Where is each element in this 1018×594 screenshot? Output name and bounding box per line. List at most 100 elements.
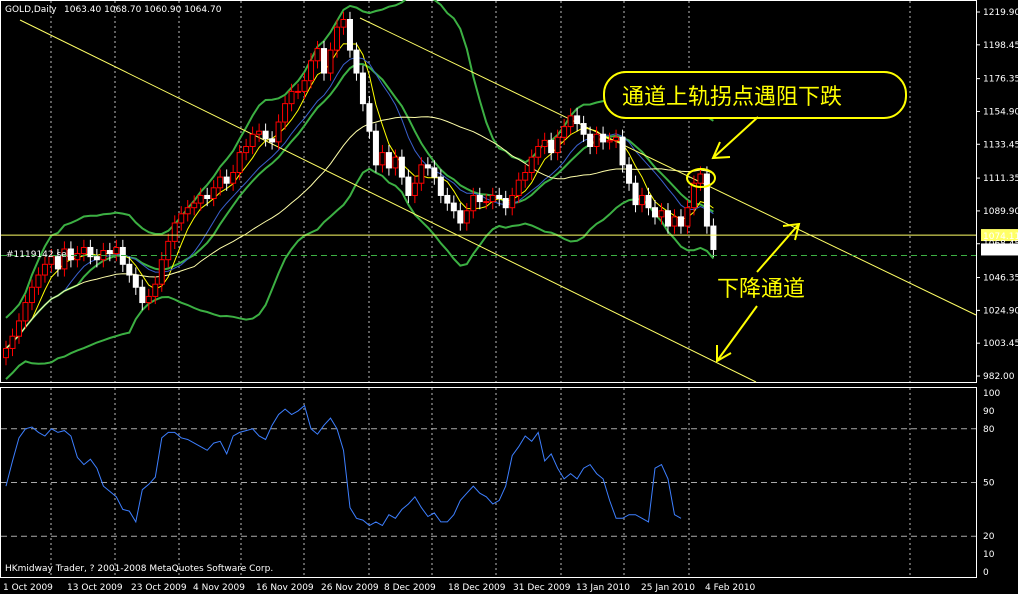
candle-body xyxy=(113,246,120,255)
date-tick-label: 25 Jan 2010 xyxy=(641,583,695,593)
copyright-label: HKmidway Trader, ? 2001-2008 MetaQuotes … xyxy=(5,564,273,574)
oscillator-tick-label: 10 xyxy=(983,550,995,560)
oscillator-tick-label: 100 xyxy=(983,389,1000,399)
date-tick-label: 1 Oct 2009 xyxy=(3,583,53,593)
price-tick-label: 1219.90 xyxy=(983,8,1018,18)
candle-body xyxy=(106,250,113,255)
candle-body xyxy=(697,173,704,184)
candle-body xyxy=(139,286,146,304)
price-tick-label: 1003.45 xyxy=(983,339,1018,349)
candle-body xyxy=(626,164,633,184)
candle-body xyxy=(269,138,276,143)
date-tick-label: 23 Oct 2009 xyxy=(131,583,187,593)
candle-body xyxy=(295,90,302,93)
symbol-label: GOLD,Daily xyxy=(5,5,57,15)
price-tick-label: 1133.45 xyxy=(983,140,1018,150)
candle-body xyxy=(359,72,366,105)
candle-body xyxy=(587,133,594,147)
candle-body xyxy=(522,172,529,181)
candle-body xyxy=(178,213,185,224)
channel-text: 下降通道 xyxy=(717,277,805,302)
channel-annotation: 下降通道 xyxy=(716,222,805,363)
candle-body xyxy=(35,274,42,288)
candle-body xyxy=(145,295,152,304)
candle-body xyxy=(554,136,561,154)
candle-body xyxy=(671,216,678,227)
candle-body xyxy=(632,182,639,206)
candle-body xyxy=(606,139,613,143)
date-tick-label: 16 Nov 2009 xyxy=(256,583,314,593)
candle-body xyxy=(282,103,289,123)
candle-body xyxy=(340,18,347,28)
candle-body xyxy=(645,194,652,209)
candle-body xyxy=(165,240,172,261)
candle-body xyxy=(509,194,516,209)
date-axis: 1 Oct 2009 13 Oct 2009 23 Oct 2009 4 Nov 20… xyxy=(3,583,756,593)
price-tick-label: 1154.90 xyxy=(983,107,1018,117)
candle-body xyxy=(217,176,224,189)
candle-body xyxy=(593,133,600,147)
price-panel-frame xyxy=(0,0,977,383)
candle-body xyxy=(210,187,217,200)
date-tick-label: 18 Dec 2009 xyxy=(448,583,506,593)
candle-body xyxy=(204,194,211,200)
bollinger-lower xyxy=(5,167,715,380)
candle-body xyxy=(444,194,451,204)
oscillator-axis: 10090805020100 xyxy=(983,389,1000,578)
candle-body xyxy=(28,286,35,304)
candle-body xyxy=(80,246,87,255)
price-tick-label: 1024.90 xyxy=(983,306,1018,316)
candle-body xyxy=(379,152,386,166)
date-tick-label: 13 Jan 2010 xyxy=(576,583,630,593)
candle-body xyxy=(476,194,483,203)
date-tick-label: 26 Nov 2009 xyxy=(321,583,379,593)
candle-body xyxy=(256,130,263,135)
candle-body xyxy=(457,210,464,224)
candle-body xyxy=(132,274,139,288)
candle-body xyxy=(574,115,581,125)
candle-body xyxy=(314,48,321,62)
candle-body xyxy=(262,130,269,140)
callout-annotation: 通道上轨拐点遇阻下跌 xyxy=(603,71,907,188)
candle-body xyxy=(658,210,665,218)
candle-body xyxy=(483,201,490,204)
candle-body xyxy=(528,156,535,174)
price-axis: 1219.90 1198.45 1176.35 1154.90 1133.45 1111.… xyxy=(976,8,1018,382)
candle-body xyxy=(489,194,496,203)
candle-body xyxy=(93,256,100,261)
candle-body xyxy=(502,198,509,209)
oscillator-tick-label: 90 xyxy=(983,407,995,417)
candle-body xyxy=(223,176,230,184)
date-tick-label: 4 Feb 2010 xyxy=(705,583,756,593)
channel-upper-trendline xyxy=(359,17,977,316)
candle-body xyxy=(353,49,360,74)
price-tick-label: 1089.90 xyxy=(983,207,1018,217)
candle-body xyxy=(22,302,29,322)
candle-body xyxy=(243,145,250,154)
candle-body xyxy=(567,115,574,128)
candle-body xyxy=(535,145,542,158)
candle-body xyxy=(41,263,48,276)
candle-body xyxy=(249,133,256,147)
candle-body xyxy=(600,133,607,143)
callout-text: 通道上轨拐点遇阻下跌 xyxy=(622,85,842,110)
candle-body xyxy=(346,18,353,51)
candle-body xyxy=(580,123,587,135)
candle-body xyxy=(230,172,237,184)
date-tick-label: 8 Dec 2009 xyxy=(384,583,436,593)
candle-body xyxy=(639,194,646,206)
candle-body xyxy=(301,80,308,92)
candle-body xyxy=(664,210,671,227)
candle-body xyxy=(677,216,684,227)
candle-body xyxy=(405,176,412,196)
candle-body xyxy=(3,347,9,359)
candle-body xyxy=(418,164,425,184)
price-tick-label: 1176.35 xyxy=(983,75,1018,85)
oscillator-tick-label: 20 xyxy=(983,532,995,542)
candle-body xyxy=(411,182,418,196)
candle-body xyxy=(424,164,431,169)
candle-body xyxy=(431,167,438,178)
price-tick-label: 1068.45 xyxy=(983,240,1018,250)
candle-body xyxy=(613,136,620,141)
candle-body xyxy=(74,253,81,261)
